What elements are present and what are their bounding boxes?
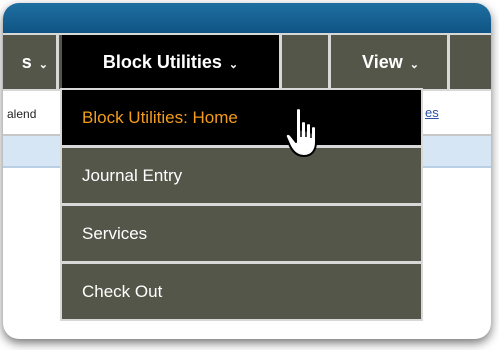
menu-item-view-label: View (362, 51, 403, 72)
dropdown-item-label: Block Utilities: Home (82, 107, 238, 127)
menu-item-partial[interactable]: s ⌄ (3, 35, 59, 89)
dropdown-item-services[interactable]: Services (62, 206, 421, 261)
menu-item-partial-label: s (21, 51, 32, 72)
menu-item-overflow[interactable] (453, 35, 491, 89)
calendar-link-partial[interactable]: alend (7, 107, 36, 121)
dropdown-item-journal-entry[interactable]: Journal Entry (62, 148, 421, 203)
menu-item-block-utilities-label: Block Utilities (102, 51, 222, 72)
menu-item-block-utilities[interactable]: Block Utilities ⌄ (62, 35, 282, 89)
menu-item-view[interactable]: View ⌄ (334, 35, 450, 89)
dropdown-item-label: Services (82, 223, 148, 243)
dropdown-item-block-utilities-home[interactable]: Block Utilities: Home (62, 90, 421, 145)
sub-nav-link-partial[interactable]: es (425, 105, 439, 120)
top-header-bar (3, 3, 491, 33)
menu-bar: s ⌄ Block Utilities ⌄ View ⌄ (3, 33, 491, 91)
menu-item-empty[interactable] (285, 35, 331, 89)
dropdown-item-check-out[interactable]: Check Out (62, 264, 421, 319)
dropdown-item-label: Check Out (82, 281, 163, 301)
chevron-down-icon: ⌄ (38, 58, 48, 71)
chevron-down-icon: ⌄ (228, 58, 239, 71)
dropdown-item-label: Journal Entry (82, 165, 183, 185)
chevron-down-icon: ⌄ (409, 58, 419, 71)
block-utilities-dropdown: Block Utilities: Home Journal Entry Serv… (60, 88, 423, 321)
hand-pointer-icon (284, 107, 317, 157)
app-window: s ⌄ Block Utilities ⌄ View ⌄ alend es Bl… (3, 3, 491, 339)
